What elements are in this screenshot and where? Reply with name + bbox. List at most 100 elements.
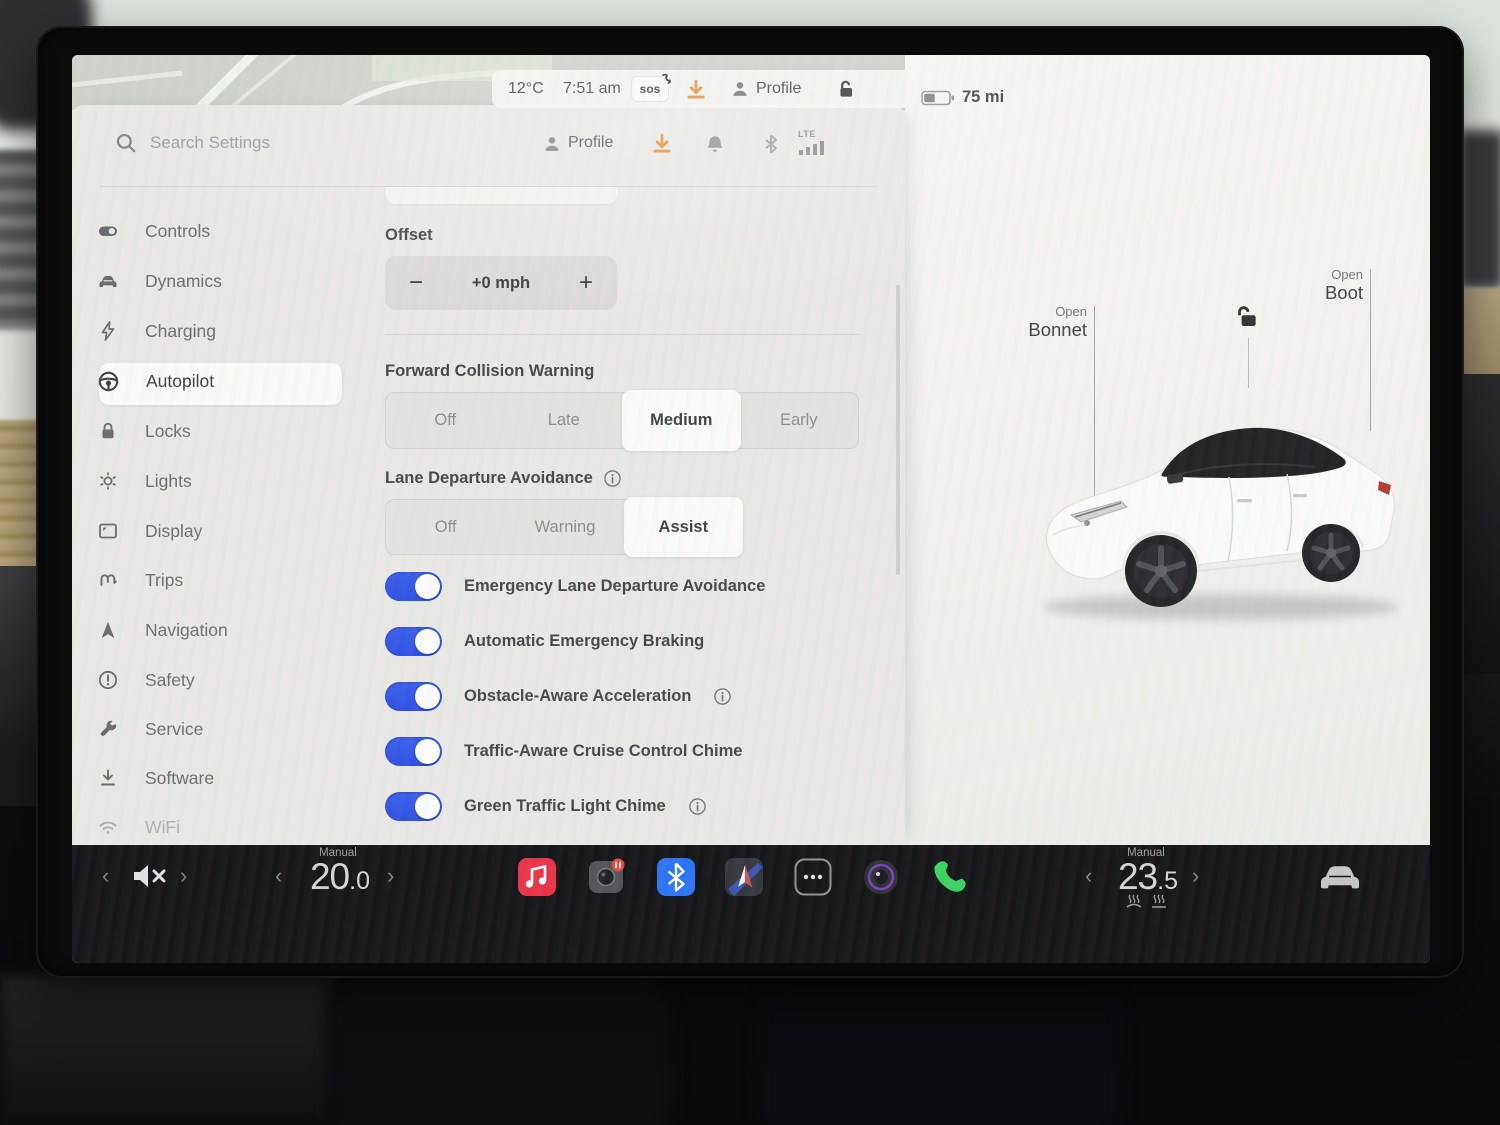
lda-option-off[interactable]: Off (386, 500, 505, 554)
unlocked-icon[interactable] (834, 78, 856, 100)
open-bonnet-label: Bonnet (965, 319, 1087, 341)
driver-temp-down-chevron[interactable]: ‹ (275, 865, 282, 887)
sidebar-item-autopilot[interactable]: Autopilot (72, 361, 387, 401)
software-update-icon[interactable] (684, 78, 708, 102)
section-divider (385, 334, 860, 335)
offset-increase-button[interactable]: + (555, 269, 617, 297)
fcw-option-late[interactable]: Late (505, 393, 624, 448)
status-bar: 12°C 7:51 am sos Profile (492, 70, 905, 108)
header-profile-button[interactable]: Profile (568, 134, 613, 152)
sidebar-item-charging[interactable]: Charging (72, 311, 387, 351)
music-app-icon[interactable] (517, 857, 557, 897)
sidebar-item-service[interactable]: Service (72, 709, 387, 749)
offset-stepper: − +0 mph + (385, 256, 617, 310)
toggle-row: Emergency Lane Departure Avoidance (385, 571, 765, 601)
lda-option-warning[interactable]: Warning (505, 500, 624, 554)
bottom-launcher-bar: ‹ › Manual ‹ 20.0 › (72, 845, 1430, 963)
signal-bars-icon (798, 139, 832, 155)
toggle-knob (415, 794, 440, 819)
open-boot-button[interactable]: Open Boot (1245, 267, 1363, 304)
volume-down-chevron[interactable]: ‹ (102, 865, 109, 887)
more-apps-icon[interactable] (793, 857, 833, 897)
cabin-floor (0, 975, 330, 1125)
fcw-option-off[interactable]: Off (386, 393, 505, 448)
search-input[interactable]: Search Settings (150, 133, 270, 153)
sidebar-item-navigation[interactable]: Navigation (72, 610, 387, 650)
bluetooth-status-icon[interactable] (760, 133, 782, 155)
settings-panel: Search Settings Profile LTE (72, 105, 905, 845)
toggle-label: Obstacle-Aware Acceleration (464, 687, 691, 706)
toggle-label: Emergency Lane Departure Avoidance (464, 577, 765, 596)
service-wrench-icon (97, 718, 119, 740)
sidebar-item-display[interactable]: Display (72, 511, 387, 551)
phone-app-icon[interactable] (928, 857, 968, 897)
sidebar-item-wifi[interactable]: WiFi (72, 807, 387, 847)
passenger-temp-value[interactable]: 23.5 (1108, 856, 1188, 898)
sidebar-item-label: Safety (145, 670, 195, 691)
profile-menu[interactable]: Profile (756, 70, 801, 108)
fcw-option-early[interactable]: Early (740, 393, 859, 448)
profile-person-icon[interactable] (730, 79, 750, 99)
sidebar-item-dynamics[interactable]: Dynamics (72, 261, 387, 301)
notifications-bell-icon[interactable] (704, 133, 726, 155)
photo-of-tesla-screen: 12°C 7:51 am sos Profile (0, 0, 1500, 1125)
automatic-emergency-braking-toggle[interactable] (385, 627, 442, 656)
lock-icon (97, 420, 119, 442)
navigation-app-icon[interactable] (724, 857, 764, 897)
toggle-label: Automatic Emergency Braking (464, 632, 704, 651)
sidebar-item-label: Autopilot (146, 371, 214, 392)
sidebar-item-label: Trips (145, 570, 183, 591)
volume-muted-icon[interactable] (128, 858, 168, 894)
open-bonnet-button[interactable]: Open Bonnet (965, 304, 1087, 341)
fcw-option-medium[interactable]: Medium (622, 390, 741, 451)
toggle-knob (415, 684, 440, 709)
steering-wheel-icon (97, 370, 120, 393)
settings-scrollbar[interactable] (896, 285, 900, 575)
bluetooth-app-icon[interactable] (656, 857, 696, 897)
dashcam-app-icon[interactable] (587, 857, 627, 897)
sidebar-item-trips[interactable]: Trips (72, 560, 387, 600)
passenger-temp-up-chevron[interactable]: › (1192, 865, 1199, 887)
volume-up-chevron[interactable]: › (180, 865, 187, 887)
sidebar-item-label: Software (145, 768, 214, 789)
sidebar-item-controls[interactable]: Controls (72, 211, 387, 251)
lda-info-icon[interactable] (603, 469, 622, 488)
driver-temp-up-chevron[interactable]: › (387, 865, 394, 887)
toggle-knob (415, 574, 440, 599)
seat-silhouette-right (760, 982, 1120, 1125)
green-light-chime-toggle[interactable] (385, 792, 442, 821)
toggle-row: Obstacle-Aware Acceleration (385, 681, 732, 711)
header-update-icon[interactable] (650, 132, 674, 156)
obstacle-aware-info-icon[interactable] (713, 687, 732, 706)
green-light-chime-info-icon[interactable] (688, 797, 707, 816)
clock: 7:51 am (563, 70, 621, 108)
open-boot-small: Open (1245, 267, 1363, 282)
scrolled-control-partial[interactable] (385, 187, 618, 204)
search-icon (114, 131, 138, 155)
sidebar-item-lights[interactable]: Lights (72, 461, 387, 501)
software-download-icon (97, 767, 119, 789)
sos-indicator: sos (632, 77, 668, 101)
offset-decrease-button[interactable]: − (385, 269, 447, 297)
cabin-camera-app-icon[interactable] (861, 857, 901, 897)
lte-label: LTE (798, 129, 838, 139)
vehicle-image (1023, 373, 1427, 635)
emergency-lane-departure-toggle[interactable] (385, 572, 442, 601)
sidebar-item-safety[interactable]: Safety (72, 660, 387, 700)
lda-option-assist[interactable]: Assist (624, 497, 743, 557)
sidebar-item-locks[interactable]: Locks (72, 411, 387, 451)
wifi-icon (97, 816, 119, 838)
car-unlocked-icon[interactable] (1233, 303, 1261, 331)
tacc-chime-toggle[interactable] (385, 737, 442, 766)
sidebar-item-label: Lights (145, 471, 192, 492)
vehicle-controls-icon[interactable] (1316, 859, 1364, 893)
obstacle-aware-acceleration-toggle[interactable] (385, 682, 442, 711)
lights-icon (97, 470, 119, 492)
sidebar-item-label: Display (145, 521, 202, 542)
header-person-icon (542, 134, 562, 154)
passenger-temp-fraction: .5 (1157, 867, 1178, 895)
passenger-temp-down-chevron[interactable]: ‹ (1085, 865, 1092, 887)
lda-label: Lane Departure Avoidance (385, 469, 593, 488)
sidebar-item-software[interactable]: Software (72, 758, 387, 798)
driver-temp-value[interactable]: 20.0 (300, 856, 380, 898)
